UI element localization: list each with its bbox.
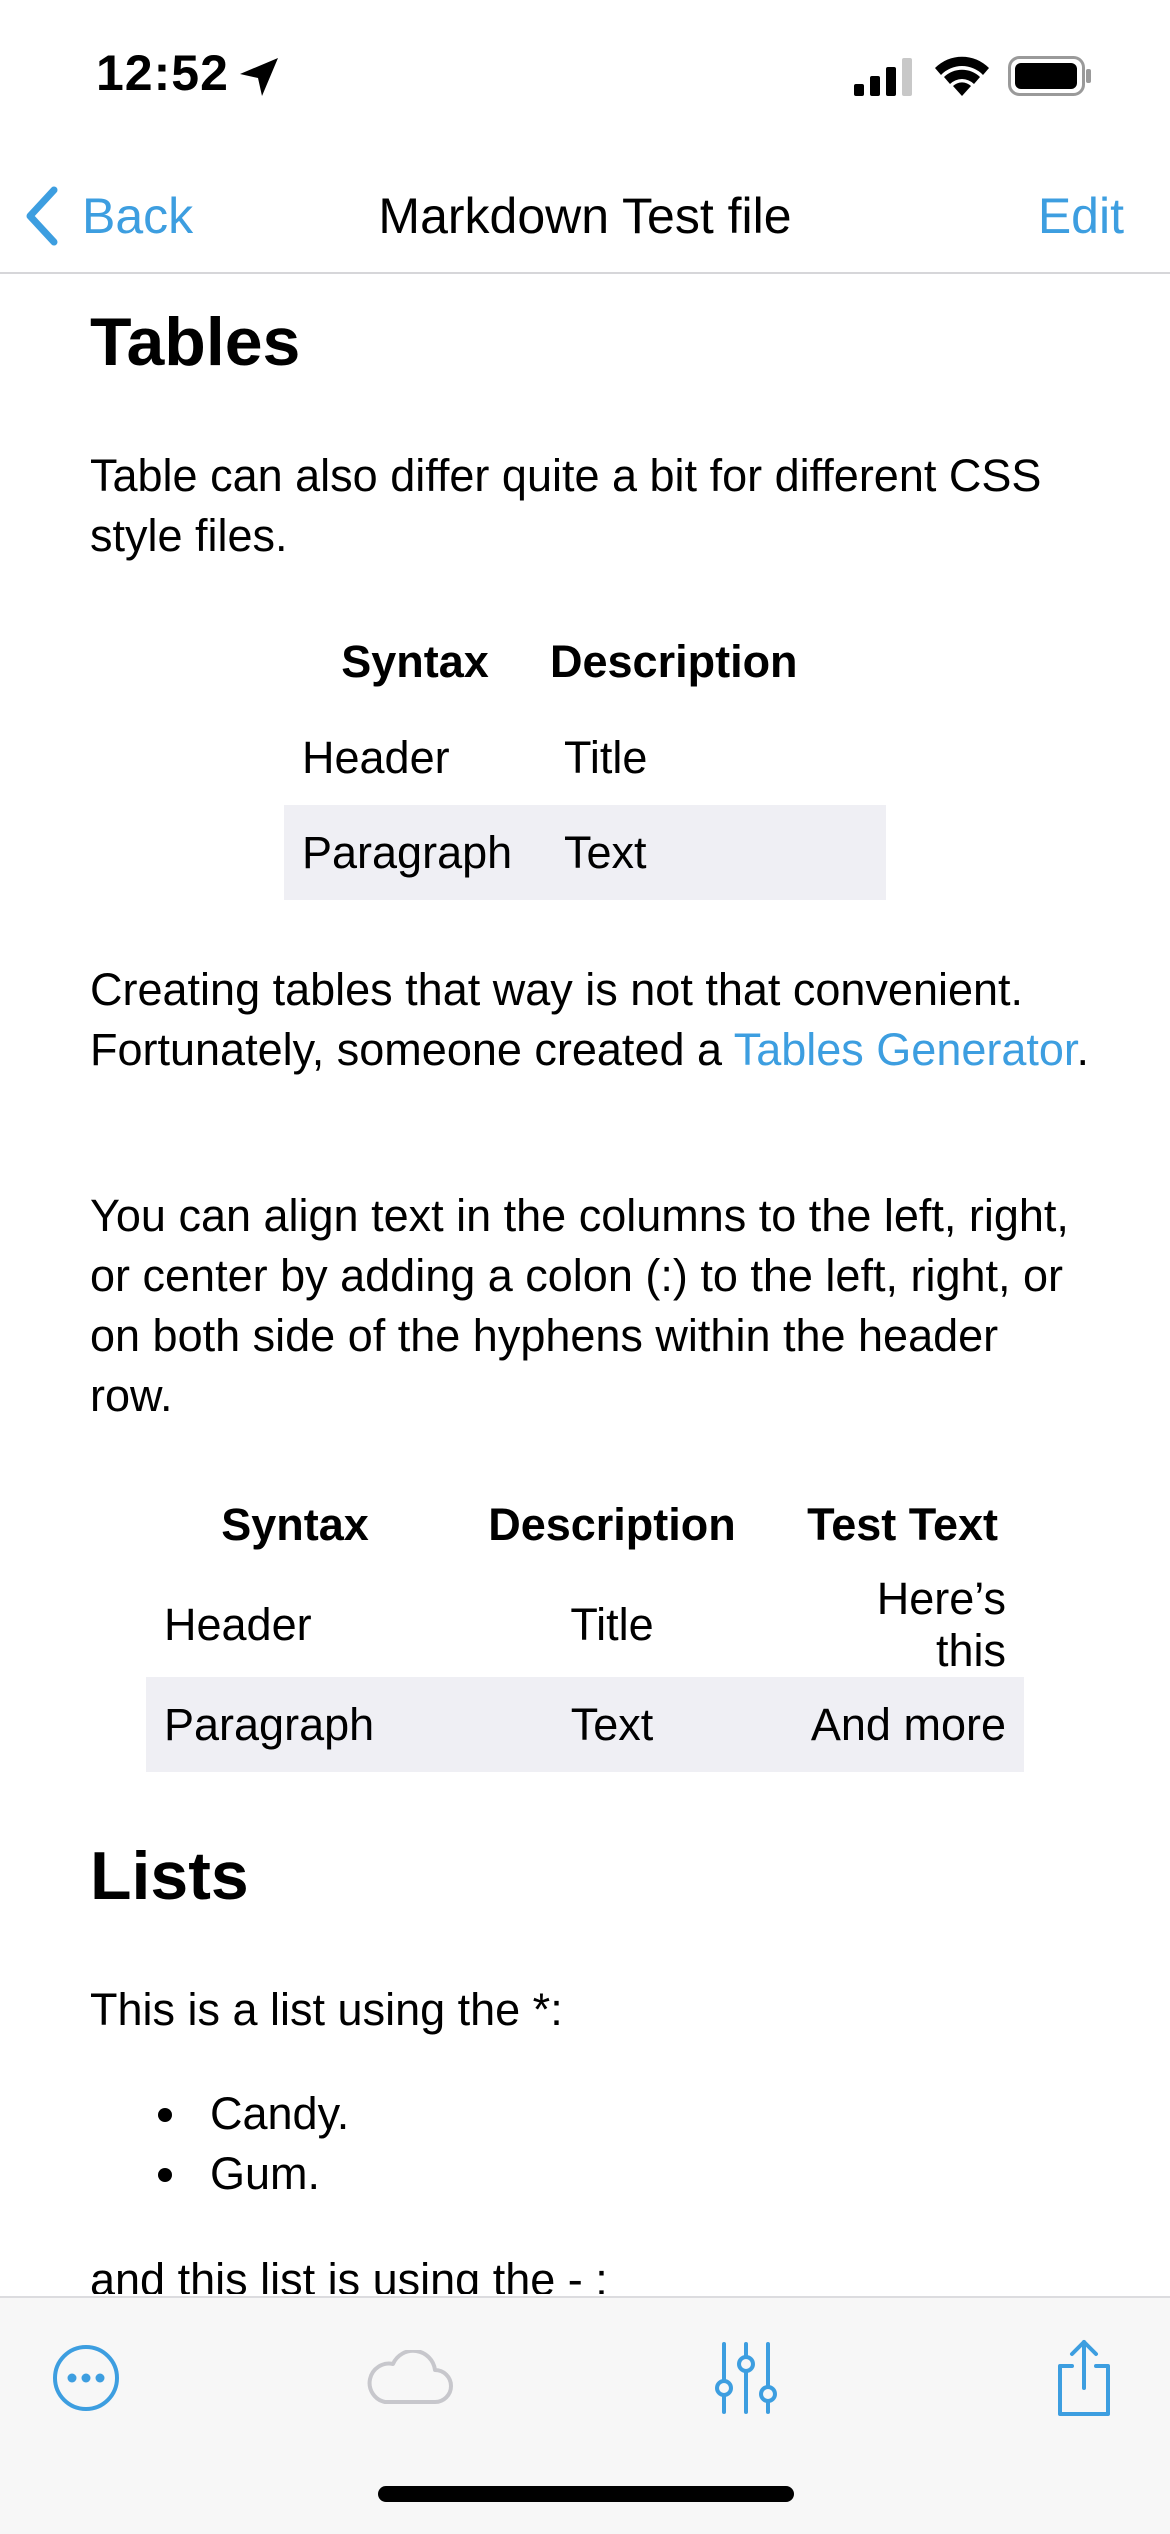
table-cell: Title [570, 1599, 654, 1650]
table-cell: Title [564, 731, 648, 783]
table-cell: Text [444, 1677, 780, 1772]
syntax-table-2: Syntax Description Test Text Header Titl… [146, 1477, 1024, 1772]
list-intro-paragraph: This is a list using the *: [90, 1984, 563, 2035]
table-cell: Paragraph [284, 805, 546, 900]
back-button[interactable]: Back [24, 176, 193, 256]
status-bar: 12:52 [0, 0, 1170, 160]
back-label: Back [82, 188, 194, 244]
list-item: Gum. [150, 2144, 349, 2204]
more-button[interactable] [36, 2328, 136, 2428]
tables-intro-paragraph: Table can also differ quite a bit for di… [90, 450, 1042, 561]
document-content: Tables Table can also differ quite a bit… [0, 274, 1170, 2294]
table-header-cell: Description [488, 1499, 736, 1550]
home-indicator [378, 2486, 794, 2502]
share-button[interactable] [1034, 2328, 1134, 2428]
cloud-icon [367, 2350, 453, 2404]
cellular-signal-icon [854, 58, 912, 96]
table-row: Paragraph Text And more [146, 1677, 1024, 1772]
battery-icon [1008, 56, 1091, 96]
settings-sliders-button[interactable] [696, 2328, 796, 2428]
table-cell: And more [780, 1677, 1024, 1772]
align-text-paragraph: You can align text in the columns to the… [90, 1190, 1069, 1421]
sliders-icon [715, 2342, 777, 2414]
table-cell: Paragraph [146, 1677, 444, 1772]
edit-button[interactable]: Edit [1038, 176, 1124, 256]
table-cell: Text [546, 805, 886, 900]
table-cell: Header [302, 731, 450, 783]
syntax-table-1: Syntax Description Header Title Paragrap… [284, 614, 886, 900]
bullet-list: Candy. Gum. [150, 2084, 349, 2204]
table-row: Paragraph Text [284, 805, 886, 900]
status-time: 12:52 [96, 45, 229, 101]
table-row: Header Title [284, 710, 886, 805]
table-cell: Header [164, 1599, 312, 1650]
creating-tables-paragraph: Creating tables that way is not that con… [90, 960, 1090, 1080]
table-cell: Here’s this [876, 1573, 1006, 1676]
chevron-left-icon [26, 186, 58, 246]
wifi-icon [935, 56, 989, 96]
location-arrow-icon [240, 58, 278, 96]
list-item: Candy. [150, 2084, 349, 2144]
tables-generator-link[interactable]: Tables Generator [734, 1024, 1077, 1075]
cloud-button[interactable] [360, 2328, 460, 2428]
page-title: Markdown Test file [378, 188, 792, 244]
table-header-cell: Syntax [221, 1499, 369, 1550]
more-icon [53, 2345, 119, 2411]
creating-text-end: . [1076, 1024, 1089, 1075]
table-header-cell: Description [550, 636, 798, 687]
list-next-paragraph: and this list is using the - : [90, 2254, 608, 2294]
share-icon [1058, 2340, 1110, 2416]
table-row: Header Title Here’s this [146, 1573, 1024, 1677]
lists-heading: Lists [90, 1838, 249, 1914]
navigation-bar: Back Markdown Test file Edit [0, 160, 1170, 274]
table-header-cell: Syntax [341, 636, 489, 687]
table-header-cell: Test Text [807, 1499, 998, 1550]
tables-heading: Tables [90, 304, 301, 380]
